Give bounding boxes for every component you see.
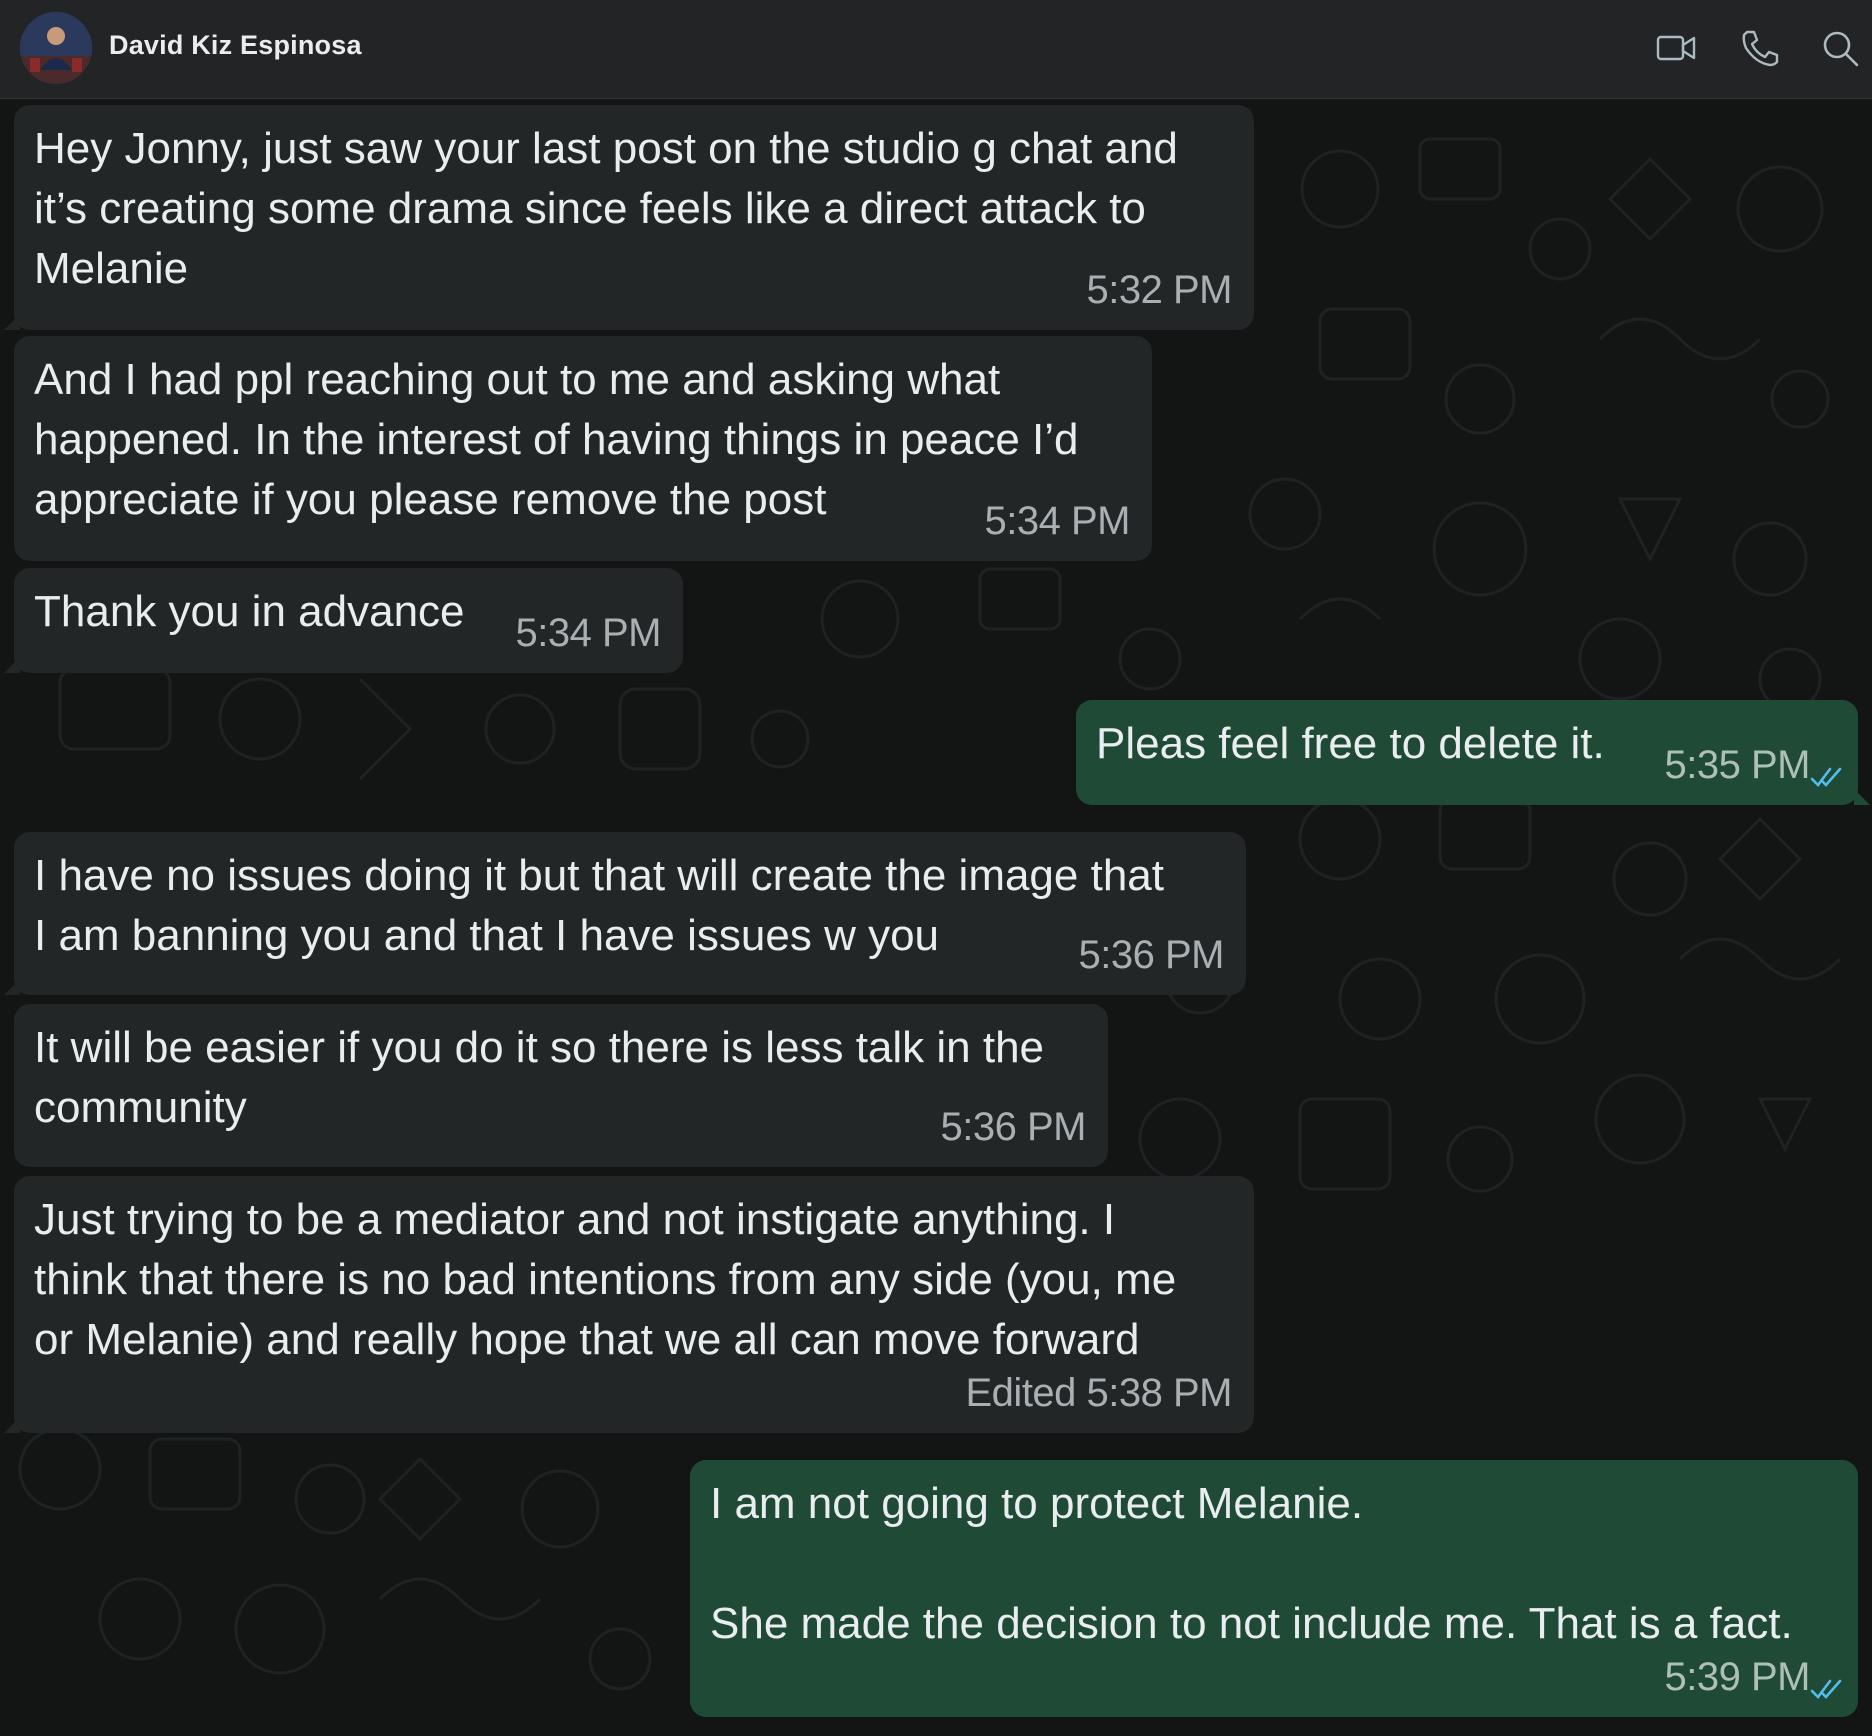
whatsapp-chat-window: David Kiz Espinosa Hey Jonny, just saw y…: [0, 0, 1872, 1736]
message-time: 5:35 PM: [1664, 743, 1811, 787]
message-bubble-outgoing[interactable]: Pleas feel free to delete it. 5:35 PM: [1076, 700, 1870, 805]
message-time: 5:32 PM: [1086, 268, 1233, 312]
message-text: I have no issues doing it but that will …: [34, 851, 1164, 960]
message-bubble-incoming[interactable]: Just trying to be a mediator and not ins…: [4, 1176, 1254, 1433]
video-call-icon[interactable]: [1654, 26, 1698, 70]
message-time: 5:39 PM: [1664, 1655, 1811, 1699]
message-bubble-incoming[interactable]: I have no issues doing it but that will …: [4, 832, 1246, 995]
message-text: It will be easier if you do it so there …: [34, 1023, 1045, 1132]
read-receipt-icon: [1810, 765, 1844, 789]
voice-call-icon[interactable]: [1738, 26, 1782, 70]
message-bubble-incoming[interactable]: Thank you in advance 5:34 PM: [4, 568, 683, 673]
message-time: Edited 5:38 PM: [965, 1371, 1233, 1415]
contact-name[interactable]: David Kiz Espinosa: [109, 30, 362, 61]
message-bubble-outgoing[interactable]: I am not going to protect Melanie. She m…: [690, 1460, 1858, 1717]
message-list[interactable]: Hey Jonny, just saw your last post on th…: [0, 99, 1872, 1736]
message-text: Hey Jonny, just saw your last post on th…: [34, 124, 1178, 293]
message-bubble-incoming[interactable]: It will be easier if you do it so there …: [14, 1004, 1108, 1167]
message-text: And I had ppl reaching out to me and ask…: [34, 355, 1079, 524]
message-bubble-incoming[interactable]: Hey Jonny, just saw your last post on th…: [4, 105, 1254, 330]
message-bubble-incoming[interactable]: And I had ppl reaching out to me and ask…: [14, 336, 1152, 561]
search-icon[interactable]: [1818, 26, 1862, 70]
message-text: I am not going to protect Melanie. She m…: [710, 1479, 1793, 1648]
message-time: 5:36 PM: [1078, 933, 1225, 977]
message-text: Just trying to be a mediator and not ins…: [34, 1195, 1177, 1364]
read-receipt-icon: [1810, 1677, 1844, 1701]
message-time: 5:36 PM: [940, 1105, 1087, 1149]
message-time: 5:34 PM: [984, 499, 1131, 543]
contact-avatar[interactable]: [20, 12, 92, 84]
chat-header: David Kiz Espinosa: [0, 0, 1872, 99]
message-time: 5:34 PM: [515, 611, 662, 655]
